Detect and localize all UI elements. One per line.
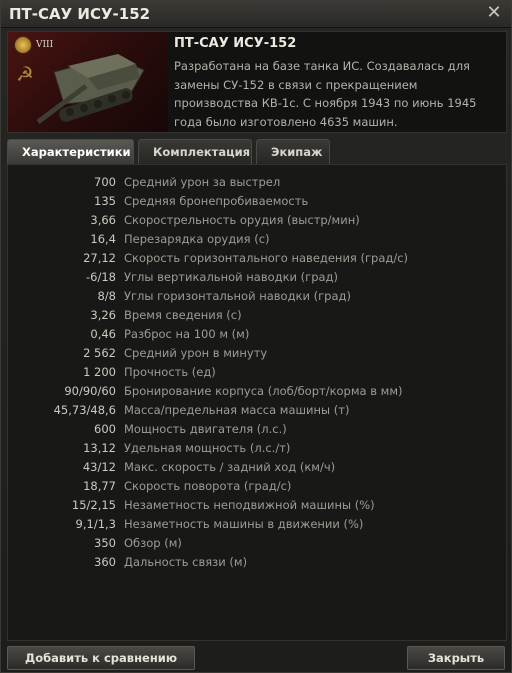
stat-row: 600 Мощность двигателя (л.с.) — [8, 420, 506, 439]
stat-value: 700 — [94, 175, 116, 189]
stat-value: 43/12 — [82, 460, 116, 474]
stat-label: Скорость горизонтального наведения (град… — [124, 251, 409, 265]
stat-label: Перезарядка орудия (с) — [124, 232, 270, 246]
stat-label: Обзор (м) — [124, 536, 182, 550]
tank-icon — [36, 54, 145, 124]
stat-label: Углы горизонтальной наводки (град) — [124, 289, 351, 303]
stat-row: 45,73/48,6 Масса/предельная масса машины … — [8, 401, 506, 420]
stat-label: Скорострельность орудия (выстр/мин) — [124, 213, 360, 227]
stat-value: 3,66 — [90, 213, 116, 227]
stat-label: Мощность двигателя (л.с.) — [124, 422, 287, 436]
stat-value: 15/2,15 — [71, 498, 116, 512]
stat-label: Удельная мощность (л.с./т) — [124, 441, 291, 455]
tab-bar: Характеристики Комплектация Экипаж — [7, 139, 330, 165]
stat-row: 90/90/60 Бронирование корпуса (лоб/борт/к… — [8, 382, 506, 401]
window-title: ПТ-САУ ИСУ-152 — [9, 5, 151, 23]
footer: Добавить к сравнению Закрыть — [7, 646, 505, 670]
stat-row: 16,4 Перезарядка орудия (с) — [8, 230, 506, 249]
stat-value: 600 — [94, 422, 116, 436]
stat-row: 3,26 Время сведения (с) — [8, 306, 506, 325]
stat-label: Бронирование корпуса (лоб/борт/корма в м… — [124, 384, 403, 398]
tank-portrait: VIII ☭ — [8, 32, 168, 132]
stat-row: 18,77 Скорость поворота (град/с) — [8, 477, 506, 496]
stat-value: 8/8 — [97, 289, 116, 303]
stat-value: 9,1/1,3 — [75, 517, 116, 531]
tank-name: ПТ-САУ ИСУ-152 — [174, 36, 297, 51]
stat-row: 43/12 Макс. скорость / задний ход (км/ч) — [8, 458, 506, 477]
stat-value: 16,4 — [90, 232, 116, 246]
stat-value: 90/90/60 — [64, 384, 116, 398]
stat-label: Средняя бронепробиваемость — [124, 194, 309, 208]
stat-label: Масса/предельная масса машины (т) — [124, 403, 350, 417]
stat-value: 2 562 — [83, 346, 116, 360]
vehicle-info-window: ПТ-САУ ИСУ-152 ✕ VIII ☭ ПТ-САУ ИСУ-152 Р… — [0, 0, 512, 673]
stat-row: 9,1/1,3 Незаметность машины в движении (%… — [8, 515, 506, 534]
stat-label: Прочность (ед) — [124, 365, 216, 379]
stat-value: 360 — [94, 555, 116, 569]
tab-characteristics[interactable]: Характеристики — [7, 139, 134, 164]
stat-value: 3,26 — [90, 308, 116, 322]
stat-label: Средний урон в минуту — [124, 346, 268, 360]
stat-row: 135 Средняя бронепробиваемость — [8, 192, 506, 211]
stat-label: Скорость поворота (град/с) — [124, 479, 292, 493]
stat-row: 700 Средний урон за выстрел — [8, 173, 506, 192]
stat-value: 45,73/48,6 — [53, 403, 116, 417]
stat-row: 8/8 Углы горизонтальной наводки (град) — [8, 287, 506, 306]
stat-label: Углы вертикальной наводки (град) — [124, 270, 338, 284]
stat-value: 1 200 — [83, 365, 116, 379]
stat-value: 27,12 — [83, 251, 116, 265]
stat-label: Разброс на 100 м (м) — [124, 327, 250, 341]
stat-row: 2 562 Средний урон в минуту — [8, 344, 506, 363]
close-button[interactable]: Закрыть — [407, 646, 505, 670]
stat-label: Средний урон за выстрел — [124, 175, 281, 189]
stat-row: -6/18 Углы вертикальной наводки (град) — [8, 268, 506, 287]
stat-row: 3,66 Скорострельность орудия (выстр/мин) — [8, 211, 506, 230]
stat-row: 360 Дальность связи (м) — [8, 553, 506, 572]
stat-label: Дальность связи (м) — [124, 555, 248, 569]
stat-row: 13,12 Удельная мощность (л.с./т) — [8, 439, 506, 458]
add-to-compare-button[interactable]: Добавить к сравнению — [7, 646, 195, 670]
tab-equipment[interactable]: Комплектация — [138, 139, 252, 164]
stat-row: 1 200 Прочность (ед) — [8, 363, 506, 382]
stat-row: 0,46 Разброс на 100 м (м) — [8, 325, 506, 344]
stat-value: 13,12 — [83, 441, 116, 455]
stat-value: 18,77 — [83, 479, 116, 493]
stat-label: Время сведения (с) — [124, 308, 242, 322]
title-bar[interactable]: ПТ-САУ ИСУ-152 ✕ — [1, 1, 511, 28]
vehicle-header: VIII ☭ ПТ-САУ ИСУ-152 Разработана на баз… — [7, 31, 507, 133]
stat-value: 135 — [94, 194, 116, 208]
stat-row: 350 Обзор (м) — [8, 534, 506, 553]
characteristics-panel: 700 Средний урон за выстрел 135 Средняя бр… — [7, 164, 507, 641]
stat-label: Незаметность неподвижной машины (%) — [124, 498, 375, 512]
stat-label: Незаметность машины в движении (%) — [124, 517, 364, 531]
stat-value: 350 — [94, 536, 116, 550]
close-icon[interactable]: ✕ — [485, 4, 503, 22]
stat-row: 27,12 Скорость горизонтального наведения … — [8, 249, 506, 268]
stat-row: 15/2,15 Незаметность неподвижной машины (… — [8, 496, 506, 515]
tab-crew[interactable]: Экипаж — [256, 139, 330, 164]
tank-description: Разработана на базе танка ИС. Создавалас… — [174, 59, 477, 129]
stat-value: 0,46 — [90, 327, 116, 341]
stat-label: Макс. скорость / задний ход (км/ч) — [124, 460, 336, 474]
stat-value: -6/18 — [86, 270, 116, 284]
